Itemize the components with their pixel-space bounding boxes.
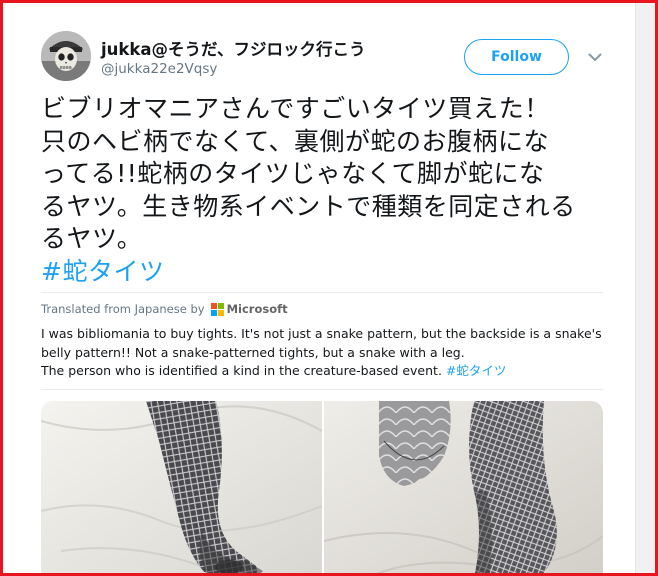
screenshot-frame: jukka@そうだ、フジロック行こう @jukka22e2Vqsy Follow… — [0, 0, 658, 576]
tweet-text-line: 只のヘビ柄でなくて、裏側が蛇のお腹柄にな — [41, 126, 550, 156]
microsoft-logo-icon — [210, 302, 224, 316]
tweet-text-line: るヤツ。生き物系イベントで種類を同定される — [41, 191, 576, 221]
translation-provider[interactable]: Microsoft — [227, 302, 288, 316]
translated-text-line: I was bibliomania to buy tights. It's no… — [41, 326, 602, 341]
tweet-card: jukka@そうだ、フジロック行こう @jukka22e2Vqsy Follow… — [27, 23, 623, 573]
user-handle[interactable]: @jukka22e2Vqsy — [101, 61, 217, 77]
translated-text-line: The person who is identified a kind in t… — [41, 362, 611, 381]
translated-by-label: Translated from Japanese by — [41, 302, 205, 316]
chevron-down-icon[interactable] — [585, 49, 605, 65]
translated-text: I was bibliomania to buy tights. It's no… — [41, 325, 611, 381]
hashtag-link[interactable]: #蛇タイツ — [41, 256, 601, 289]
translated-hashtag-link[interactable]: #蛇タイツ — [446, 363, 506, 378]
divider — [41, 292, 603, 293]
translated-text-line-content: The person who is identified a kind in t… — [41, 363, 442, 378]
tweet-text: ビブリオマニアさんですごいタイツ買えた！ 只のヘビ柄でなくて、裏側が蛇のお腹柄に… — [41, 93, 601, 288]
tweet-text-line: るヤツ。 — [41, 224, 143, 253]
divider — [41, 389, 603, 390]
translated-text-line: belly pattern!! Not a snake-patterned ti… — [41, 344, 465, 360]
display-name[interactable]: jukka@そうだ、フジロック行こう — [101, 36, 366, 60]
scrollbar-track[interactable] — [635, 3, 655, 573]
translation-attribution: Translated from Japanese by Microsoft — [41, 302, 288, 316]
tweet-text-line: ってる!!蛇柄のタイツじゃなくて脚が蛇にな — [41, 159, 545, 188]
tweet-photo-2[interactable] — [324, 401, 603, 573]
avatar[interactable] — [41, 31, 91, 81]
follow-button[interactable]: Follow — [464, 39, 569, 75]
tweet-photo-1[interactable] — [41, 401, 322, 573]
tweet-text-line: ビブリオマニアさんですごいタイツ買えた！ — [41, 94, 550, 123]
